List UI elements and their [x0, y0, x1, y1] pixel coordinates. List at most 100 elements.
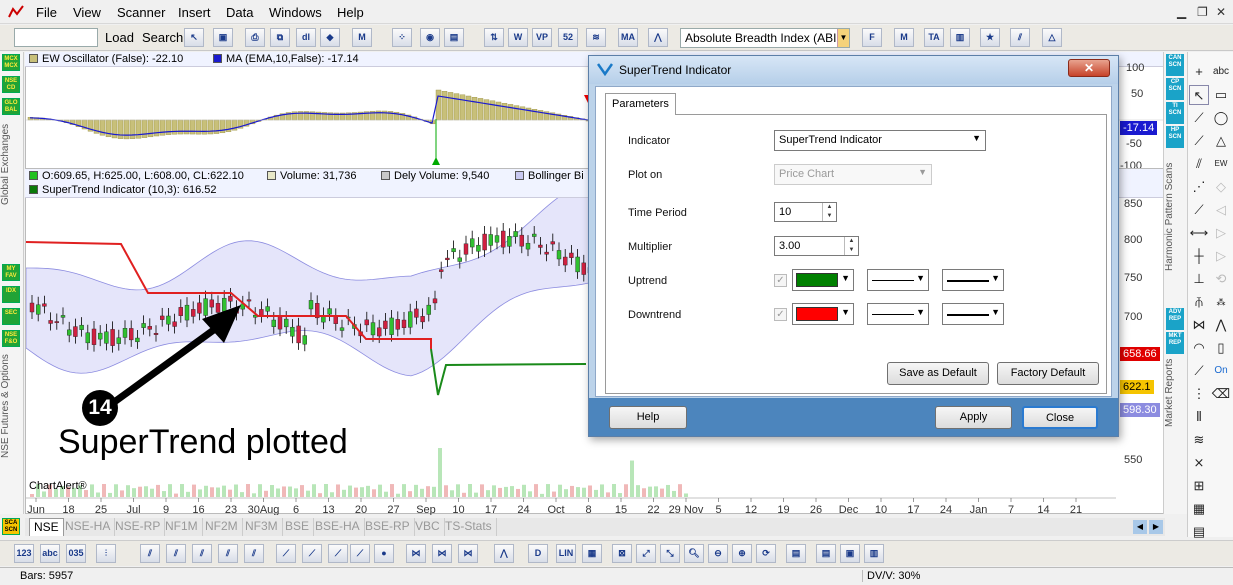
text-tool-icon[interactable]: abc — [1211, 62, 1231, 82]
plot-on-combo[interactable]: Price Chart ▼ — [774, 164, 932, 185]
speed-line-icon[interactable]: ⟋ — [1189, 361, 1209, 381]
bollinger-legend[interactable]: Bollinger Bi — [515, 170, 584, 182]
remove-icon[interactable]: ⌫ — [1211, 384, 1231, 404]
clipboard-icon[interactable]: ▣ — [840, 544, 860, 563]
calculator-icon[interactable]: ▥ — [864, 544, 884, 563]
52w-icon[interactable]: 52 — [558, 28, 578, 47]
nse-fo-button[interactable]: NSE F&O — [2, 330, 20, 347]
search-button[interactable]: Search — [142, 30, 183, 45]
zoom-icon[interactable]: 🔍︎ — [684, 544, 704, 563]
zigzag-icon[interactable]: ⋈ — [1189, 315, 1209, 335]
tab-ts-stats[interactable]: TS-Stats — [441, 518, 497, 536]
factory-default-button[interactable]: Factory Default — [997, 362, 1099, 385]
scroll-left-icon[interactable]: ◀ — [1133, 520, 1147, 534]
tab-bse[interactable]: BSE — [281, 518, 315, 536]
shape-1-icon[interactable]: ◇ — [1211, 177, 1231, 197]
diag-2-icon[interactable]: ⟋ — [302, 544, 322, 563]
pattern-a-icon[interactable]: ⋈ — [406, 544, 426, 563]
dely-volume-legend[interactable]: Dely Volume: 9,540 — [381, 170, 489, 182]
spin-arrows-icon[interactable]: ▲ ▼ — [822, 203, 836, 221]
menu-view[interactable]: View — [73, 5, 101, 20]
indicator-icon[interactable]: ⇅ — [484, 28, 504, 47]
tab-nse-rp[interactable]: NSE-RP — [111, 518, 166, 536]
triangle-icon[interactable]: △ — [1211, 131, 1231, 151]
pattern-b-icon[interactable]: ⋈ — [432, 544, 452, 563]
fibo-icon[interactable]: ⟋ — [1189, 200, 1209, 220]
trendline-icon[interactable]: ⟋ — [1189, 108, 1209, 128]
gann-icon[interactable]: ⋰ — [1189, 177, 1209, 197]
time-period-stepper[interactable]: 10 ▲ ▼ — [774, 202, 837, 222]
tab-nf1m[interactable]: NF1M — [161, 518, 203, 536]
chevron-down-icon[interactable]: ▼ — [837, 29, 849, 47]
shape-2-icon[interactable]: ◁ — [1211, 200, 1231, 220]
mcx-button[interactable]: MCX MCX — [2, 54, 20, 71]
restore-icon[interactable]: ❐ — [1197, 5, 1208, 19]
tab-bse-rp[interactable]: BSE-RP — [361, 518, 415, 536]
grid-toggle-icon[interactable]: ▦ — [582, 544, 602, 563]
area-chart-icon[interactable]: ⋀ — [648, 28, 668, 47]
uptrend-style-picker[interactable]: ▼ — [867, 269, 929, 291]
menu-data[interactable]: Data — [226, 5, 253, 20]
downtrend-style-picker[interactable]: ▼ — [867, 303, 929, 325]
save-icon[interactable]: ▣ — [213, 28, 233, 47]
lin-icon[interactable]: LIN — [556, 544, 576, 563]
dialog-title-bar[interactable]: SuperTrend Indicator ✕ — [589, 56, 1118, 84]
channel-icon[interactable]: ⫽ — [1189, 154, 1209, 174]
pattern-x-icon[interactable]: ⨯ — [1189, 453, 1209, 473]
volume-legend[interactable]: Volume: 31,736 — [267, 170, 356, 182]
tab-nf3m[interactable]: NF3M — [241, 518, 283, 536]
mkt-report-button[interactable]: MKT REP — [1166, 332, 1184, 354]
wave-pattern-icon[interactable]: ≋ — [1189, 430, 1209, 450]
nse-futures-options-label[interactable]: NSE Futures & Options — [0, 350, 22, 462]
pattern-c-icon[interactable]: ⋈ — [458, 544, 478, 563]
arc-icon[interactable]: ◠ — [1189, 338, 1209, 358]
minimize-icon[interactable]: ▁ — [1177, 5, 1186, 19]
diag-4-icon[interactable]: ⟋ — [350, 544, 370, 563]
close-button[interactable]: Close — [1022, 406, 1098, 429]
tab-vbc[interactable]: VBC — [411, 518, 445, 536]
scroll-right-icon[interactable]: ▶ — [1149, 520, 1163, 534]
spin-arrows-icon[interactable]: ▲ ▼ — [844, 237, 858, 255]
grid-lines-icon[interactable]: ⋮ — [1189, 384, 1209, 404]
zoom-out-icon[interactable]: ⊖ — [708, 544, 728, 563]
uptrend-width-picker[interactable]: ▼ — [942, 269, 1004, 291]
wave-icon[interactable]: W — [508, 28, 528, 47]
table-icon[interactable]: ▦ — [1189, 499, 1209, 519]
sec-button[interactable]: SEC — [2, 308, 20, 325]
global-button[interactable]: GLO BAL — [2, 98, 20, 115]
ma-line-icon[interactable]: MA — [618, 28, 638, 47]
market-reports-label[interactable]: Market Reports — [1164, 358, 1186, 428]
bar-chart-icon[interactable]: ⫽ — [140, 544, 160, 563]
line-sl-icon[interactable]: ⟋ — [1189, 131, 1209, 151]
tab-nf2m[interactable]: NF2M — [201, 518, 243, 536]
shape-4-icon[interactable]: ▷ — [1211, 246, 1231, 266]
idx-button[interactable]: IDX — [2, 286, 20, 303]
uptrend-checkbox[interactable]: ✓ — [774, 274, 787, 287]
hp-scan-button[interactable]: HP SCN — [1166, 126, 1184, 148]
shape-5-icon[interactable]: ⟲ — [1211, 269, 1231, 289]
expand-icon[interactable]: ⤢ — [636, 544, 656, 563]
menu-file[interactable]: File — [36, 5, 57, 20]
multiplier-stepper[interactable]: 3.00 ▲ ▼ — [774, 236, 859, 256]
load-button[interactable]: Load — [105, 30, 134, 45]
fan-icon[interactable]: ⫽ — [1010, 28, 1030, 47]
downtrend-color-picker[interactable]: ▼ — [792, 303, 854, 325]
crosshair-icon[interactable]: + — [1189, 62, 1209, 82]
zoom-in-icon[interactable]: ⊕ — [732, 544, 752, 563]
save-as-default-button[interactable]: Save as Default — [887, 362, 989, 385]
pattern-icon[interactable]: △ — [1042, 28, 1062, 47]
diag-1-icon[interactable]: ⟋ — [276, 544, 296, 563]
rectangle-icon[interactable]: ▭ — [1211, 85, 1231, 105]
nse-cd-button[interactable]: NSE CD — [2, 76, 20, 93]
properties-icon[interactable]: ▤ — [786, 544, 806, 563]
ohlc-legend[interactable]: O:609.65, H:625.00, L:608.00, CL:622.10 — [29, 170, 244, 182]
adv-report-button[interactable]: ADV REP — [1166, 308, 1184, 330]
scan-button[interactable]: SCA SCN — [2, 518, 20, 535]
chart-type-icon[interactable]: ≋ — [586, 28, 606, 47]
number-035-icon[interactable]: 035 — [66, 544, 86, 563]
refresh-icon[interactable]: ⟳ — [756, 544, 776, 563]
cycle-icon[interactable]: ⊥ — [1189, 269, 1209, 289]
ma-legend[interactable]: MA (EMA,10,False): -17.14 — [213, 53, 359, 65]
harmonic-icon[interactable]: ⋀ — [1211, 315, 1231, 335]
menu-windows[interactable]: Windows — [269, 5, 322, 20]
